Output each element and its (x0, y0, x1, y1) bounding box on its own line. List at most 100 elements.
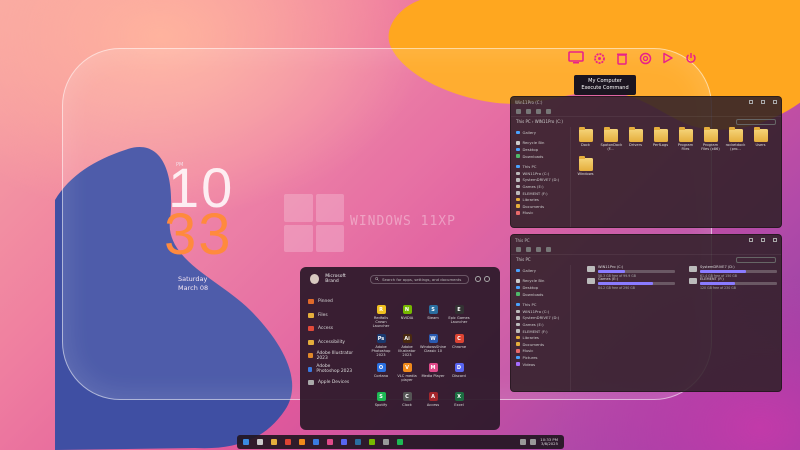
sidebar-item[interactable]: Gallery (516, 267, 565, 274)
folder-item[interactable]: SpotonDock (F... (601, 127, 622, 152)
sidebar-item[interactable]: ELEMENT (F:) (516, 190, 565, 197)
app-tile[interactable]: Ai Adobe Illustrator 2023 (394, 334, 420, 358)
power-icon[interactable] (683, 50, 699, 66)
gear-icon[interactable] (591, 50, 607, 66)
sidebar-item[interactable]: Games (E:) (516, 183, 565, 190)
discord-icon[interactable] (341, 439, 347, 445)
nvidia-icon[interactable] (369, 439, 375, 445)
sidebar-item[interactable]: Documents (516, 341, 565, 348)
maximize-icon[interactable] (761, 100, 765, 104)
app-tile[interactable]: A Access (420, 392, 446, 416)
settings-icon[interactable] (383, 439, 389, 445)
sidebar-item[interactable]: Downloads (516, 153, 565, 160)
sidebar-item[interactable]: WIN11Pro (C:) (516, 308, 565, 315)
sidebar-item[interactable]: SystemDRIVE7 (D:) (516, 177, 565, 184)
sidebar-item[interactable]: Games (E:) (516, 321, 565, 328)
window-titlebar[interactable]: Win11Pro (C:) (511, 97, 781, 107)
sidebar-item[interactable]: Downloads (516, 291, 565, 298)
sidebar-item[interactable]: Libraries (516, 334, 565, 341)
up-icon[interactable] (536, 247, 541, 252)
app-tile[interactable]: W WindowsShine Classic 10 (420, 334, 446, 358)
app-tile[interactable]: S Steam (420, 305, 446, 329)
drive-item[interactable]: Games (E:) 84.2 GB free of 290 GB (587, 277, 675, 290)
steam-icon[interactable] (355, 439, 361, 445)
drive-item[interactable]: SystemDRIVE7 (D:) 61.4 GB free of 150 GB (689, 265, 777, 278)
app-tile[interactable]: V VLC media player (394, 363, 420, 387)
app-tile[interactable]: C Chrome (446, 334, 472, 358)
forward-icon[interactable] (526, 247, 531, 252)
folder-item[interactable]: Program Files (677, 127, 694, 152)
search-input[interactable] (736, 118, 776, 125)
close-icon[interactable] (773, 238, 777, 242)
refresh-icon[interactable] (546, 247, 551, 252)
sidebar-item[interactable]: Pictures (516, 354, 565, 361)
forward-icon[interactable] (526, 109, 531, 114)
media-icon[interactable] (327, 439, 333, 445)
up-icon[interactable] (536, 109, 541, 114)
photoshop-icon[interactable] (313, 439, 319, 445)
address-bar[interactable]: This PC › WIN11Pro (C:) (511, 117, 781, 126)
taskbar-clock[interactable]: 10:33 PM 3/8/2025 (540, 437, 558, 447)
app-tile[interactable]: C Clock (394, 392, 420, 416)
power-icon[interactable] (484, 276, 491, 282)
user-name[interactable]: Microsoft Brand (325, 274, 358, 284)
folder-item[interactable]: Drivers (627, 127, 644, 152)
sidebar-item[interactable]: Music (516, 348, 565, 355)
sidebar-item[interactable]: This PC (516, 163, 565, 170)
close-icon[interactable] (773, 100, 777, 104)
sidebar-item[interactable]: ELEMENT (F:) (516, 328, 565, 335)
computer-icon[interactable] (568, 50, 584, 66)
folder-item[interactable]: Program Files (x86) (701, 127, 720, 152)
explorer-icon[interactable] (271, 439, 277, 445)
app-tile[interactable]: M Media Player (420, 363, 446, 387)
maximize-icon[interactable] (761, 238, 765, 242)
app-tile[interactable]: X Excel (446, 392, 472, 416)
breadcrumb[interactable]: This PC › WIN11Pro (C:) (516, 119, 563, 124)
window-titlebar[interactable]: This PC (511, 235, 781, 245)
app-tile[interactable]: R Redfalls Crown Launcher (368, 305, 394, 329)
app-tile[interactable]: Ps Adobe Photoshop 2023 (368, 334, 394, 358)
folder-item[interactable]: PerfLogs (652, 127, 669, 152)
minimize-icon[interactable] (749, 100, 753, 104)
back-icon[interactable] (516, 247, 521, 252)
breadcrumb[interactable]: This PC (516, 257, 531, 262)
start-list-item[interactable]: Accessibility (308, 336, 354, 350)
address-bar[interactable]: This PC (511, 255, 781, 264)
drive-item[interactable]: ELEMENT (F:) 120 GB free of 230 GB (689, 277, 777, 290)
sidebar-item[interactable]: Recycle Bin (516, 278, 565, 285)
minimize-icon[interactable] (749, 238, 753, 242)
back-icon[interactable] (516, 109, 521, 114)
sidebar-item[interactable]: Music (516, 210, 565, 217)
wifi-icon[interactable] (520, 439, 527, 445)
sidebar-item[interactable]: Videos (516, 361, 565, 368)
folder-item[interactable]: Users (752, 127, 769, 152)
sidebar-item[interactable]: WIN11Pro (C:) (516, 170, 565, 177)
sidebar-item[interactable]: Documents (516, 203, 565, 210)
sidebar-item[interactable]: Desktop (516, 284, 565, 291)
spotify-icon[interactable] (397, 439, 403, 445)
sidebar-item[interactable]: Libraries (516, 196, 565, 203)
sidebar-item[interactable]: SystemDRIVE7 (D:) (516, 315, 565, 322)
volume-icon[interactable] (530, 439, 537, 445)
search-icon[interactable] (257, 439, 263, 445)
drive-item[interactable]: WIN11Pro (C:) 58.3 GB free of 99.9 GB (587, 265, 675, 278)
play-icon[interactable] (660, 50, 676, 66)
start-search-input[interactable]: Search for apps, settings, and documents (370, 274, 470, 284)
app-tile[interactable]: D Discord (446, 363, 472, 387)
start-list-item[interactable]: Pinned (308, 295, 354, 309)
sidebar-item[interactable]: Gallery (516, 129, 565, 136)
sidebar-item[interactable]: This PC (516, 301, 565, 308)
folder-item[interactable]: Dock (577, 127, 594, 152)
refresh-icon[interactable] (546, 109, 551, 114)
avatar[interactable] (310, 274, 320, 284)
app-tile[interactable]: E Epic Games Launcher (446, 305, 472, 329)
start-icon[interactable] (243, 439, 249, 445)
start-list-item[interactable]: Adobe Photoshop 2023 (308, 363, 354, 377)
folder-item[interactable]: rocketdock (pro... (726, 127, 745, 152)
settings-icon[interactable] (475, 276, 482, 282)
sidebar-item[interactable]: Recycle Bin (516, 140, 565, 147)
start-list-item[interactable]: Adobe Illustrator 2023 (308, 349, 354, 363)
sidebar-item[interactable]: Desktop (516, 146, 565, 153)
app-tile[interactable]: O Cortana (368, 363, 394, 387)
search-input[interactable] (736, 256, 776, 263)
